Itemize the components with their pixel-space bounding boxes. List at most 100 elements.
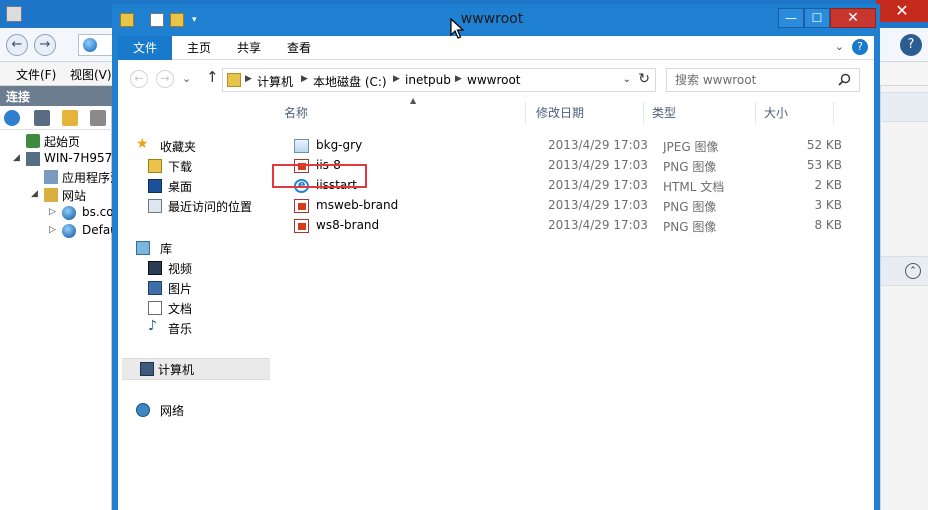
nav-computer[interactable]: 计算机	[122, 358, 270, 380]
iis-help-icon[interactable]: ?	[900, 34, 922, 56]
nav-label: 图片	[168, 282, 193, 296]
file-size: 53 KB	[806, 158, 842, 172]
nav-music[interactable]: ♪ 音乐	[148, 318, 268, 338]
expand-arrow-icon[interactable]: ◢	[31, 189, 38, 199]
disconnect-icon[interactable]	[90, 110, 106, 126]
column-header-type[interactable]: 类型	[646, 102, 756, 124]
breadcrumb-inetpub[interactable]: inetpub	[405, 73, 451, 87]
nav-favorites[interactable]: ★ 收藏夹	[136, 136, 266, 156]
nav-videos[interactable]: 视频	[148, 258, 268, 278]
breadcrumb-separator-icon[interactable]: ▶	[245, 74, 252, 84]
tree-item-start-page[interactable]: 起始页	[0, 132, 112, 150]
connections-header: 连接	[0, 86, 112, 106]
tab-home[interactable]: 主页	[178, 36, 220, 60]
file-date: 2013/4/29 17:03	[548, 218, 648, 232]
up-folder-icon[interactable]	[62, 110, 78, 126]
tree-item-site-default[interactable]: ▷ Defau	[0, 222, 118, 240]
file-size: 2 KB	[814, 178, 842, 192]
explorer-window: ▾ wwwroot — ☐ ✕ 文件 主页 共享 查看 ⌄ ? ← → ⌄ ↑ …	[112, 4, 880, 510]
file-name: ws8-brand	[316, 218, 380, 232]
iis-menu-view[interactable]: 视图(V)	[70, 66, 112, 83]
website-globe-icon	[62, 206, 76, 220]
nav-network[interactable]: 网络	[136, 400, 266, 420]
connections-toolbar	[0, 106, 112, 130]
nav-pictures[interactable]: 图片	[148, 278, 268, 298]
file-row[interactable]: msweb-brand 2013/4/29 17:03 PNG 图像 3 KB	[284, 196, 844, 216]
address-bar[interactable]: ▶ 计算机 ▶ 本地磁盘 (C:) ▶ inetpub ▶ wwwroot ⌄ …	[222, 68, 656, 92]
search-icon[interactable]	[838, 73, 851, 86]
address-dropdown-icon[interactable]: ⌄	[623, 74, 631, 85]
search-input[interactable]	[667, 69, 835, 91]
file-size: 52 KB	[806, 138, 842, 152]
png-image-icon	[294, 199, 309, 213]
iis-actions-pane: ⌃	[880, 86, 928, 510]
computer-icon	[140, 362, 154, 376]
tab-file[interactable]: 文件	[118, 36, 172, 60]
forward-button[interactable]: →	[156, 70, 174, 88]
sites-folder-icon	[44, 188, 58, 202]
search-box[interactable]	[666, 68, 860, 92]
close-button[interactable]: ✕	[830, 8, 876, 28]
file-row[interactable]: ws8-brand 2013/4/29 17:03 PNG 图像 8 KB	[284, 216, 844, 236]
collapsed-arrow-icon[interactable]: ▷	[49, 225, 56, 235]
tree-item-label: 起始页	[44, 135, 81, 149]
actions-band	[881, 92, 928, 122]
breadcrumb-separator-icon[interactable]: ▶	[301, 74, 308, 84]
refresh-icon[interactable]: ↻	[638, 71, 650, 87]
nav-documents[interactable]: 文档	[148, 298, 268, 318]
up-button[interactable]: ↑	[206, 68, 219, 86]
documents-icon	[148, 301, 162, 315]
nav-desktop[interactable]: 桌面	[148, 176, 268, 196]
tree-item-site-bs[interactable]: ▷ bs.co	[0, 204, 114, 222]
collapsed-arrow-icon[interactable]: ▷	[49, 207, 56, 217]
tree-item-sites[interactable]: ◢ 网站	[0, 186, 112, 204]
tree-item-app-pools[interactable]: 应用程序池	[0, 168, 122, 186]
file-row[interactable]: iis-8 2013/4/29 17:03 PNG 图像 53 KB	[284, 156, 844, 176]
nav-label: 视频	[168, 262, 193, 276]
column-header-size[interactable]: 大小	[758, 102, 834, 124]
recent-locations-chevron-icon[interactable]: ⌄	[182, 72, 191, 85]
iis-connections-pane: 连接 起始页 ◢ WIN-7H957 应用程序池 ◢ 网站 ▷ bs.co ▷ …	[0, 86, 122, 510]
maximize-button[interactable]: ☐	[804, 8, 830, 28]
tree-item-server[interactable]: ◢ WIN-7H957	[0, 150, 112, 168]
iis-forward-button[interactable]: →	[34, 34, 56, 56]
breadcrumb-separator-icon[interactable]: ▶	[393, 74, 400, 84]
breadcrumb-computer[interactable]: 计算机	[257, 73, 293, 90]
nav-label: 文档	[168, 302, 193, 316]
save-icon[interactable]	[34, 110, 50, 126]
breadcrumb-local-disk[interactable]: 本地磁盘 (C:)	[313, 73, 387, 90]
network-icon	[136, 403, 150, 417]
new-folder-icon[interactable]	[170, 13, 184, 27]
collapse-up-icon[interactable]: ⌃	[905, 263, 921, 279]
iis-back-button[interactable]: ←	[6, 34, 28, 56]
file-size: 3 KB	[814, 198, 842, 212]
navigation-pane: ★ 收藏夹 下载 桌面 最近访问的位置 库 视频 图片 文档 ♪ 音乐 计算机 …	[118, 96, 274, 510]
desktop-icon	[148, 179, 162, 193]
file-row-highlighted[interactable]: iisstart 2013/4/29 17:03 HTML 文档 2 KB	[284, 176, 844, 196]
customize-toolbar-icon[interactable]: ▾	[192, 15, 206, 29]
tree-item-label: 网站	[62, 189, 87, 203]
file-row[interactable]: bkg-gry 2013/4/29 17:03 JPEG 图像 52 KB	[284, 136, 844, 156]
server-icon	[26, 152, 40, 166]
ribbon-expand-icon[interactable]: ⌄	[835, 40, 844, 53]
breadcrumb-wwwroot[interactable]: wwwroot	[467, 73, 521, 87]
expand-arrow-icon[interactable]: ◢	[13, 153, 20, 163]
column-header-name[interactable]: 名称	[278, 102, 526, 124]
tab-share[interactable]: 共享	[228, 36, 270, 60]
iis-close-button[interactable]: ✕	[876, 0, 928, 22]
column-header-date-modified[interactable]: 修改日期	[530, 102, 644, 124]
help-icon[interactable]: ?	[852, 39, 868, 55]
file-date: 2013/4/29 17:03	[548, 138, 648, 152]
connect-icon[interactable]	[4, 110, 20, 126]
properties-icon[interactable]	[150, 13, 164, 27]
minimize-button[interactable]: —	[778, 8, 804, 28]
tab-view[interactable]: 查看	[278, 36, 320, 60]
breadcrumb-separator-icon[interactable]: ▶	[455, 74, 462, 84]
pictures-icon	[148, 281, 162, 295]
explorer-titlebar: ▾ wwwroot — ☐ ✕	[112, 4, 880, 36]
nav-downloads[interactable]: 下载	[148, 156, 268, 176]
nav-recent-places[interactable]: 最近访问的位置	[148, 196, 272, 216]
iis-menu-file[interactable]: 文件(F)	[16, 66, 56, 83]
back-button[interactable]: ←	[130, 70, 148, 88]
nav-libraries[interactable]: 库	[136, 238, 266, 258]
